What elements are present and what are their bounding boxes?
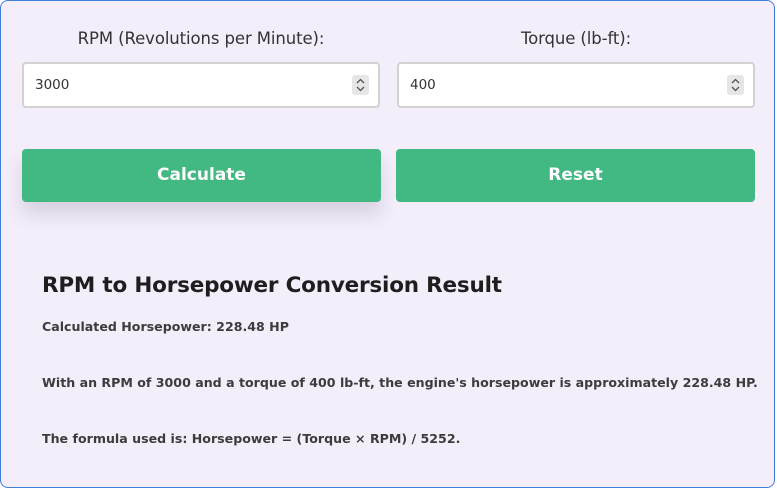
result-title: RPM to Horsepower Conversion Result [42, 273, 502, 298]
torque-input-value[interactable]: 400 [410, 77, 436, 93]
torque-stepper-icon[interactable] [727, 75, 744, 95]
result-summary: With an RPM of 3000 and a torque of 400 … [42, 375, 758, 390]
rpm-input-value[interactable]: 3000 [35, 77, 69, 93]
torque-input[interactable]: 400 [397, 62, 755, 108]
rpm-label: RPM (Revolutions per Minute): [77, 29, 325, 48]
calculate-button[interactable]: Calculate [22, 149, 381, 202]
rpm-input[interactable]: 3000 [22, 62, 380, 108]
horsepower-result: Calculated Horsepower: 228.48 HP [42, 319, 289, 334]
reset-button[interactable]: Reset [396, 149, 755, 202]
torque-label: Torque (lb-ft): [520, 29, 632, 48]
calculator-card: RPM (Revolutions per Minute): Torque (lb… [0, 0, 775, 488]
rpm-stepper-icon[interactable] [352, 75, 369, 95]
formula-text: The formula used is: Horsepower = (Torqu… [42, 431, 461, 446]
